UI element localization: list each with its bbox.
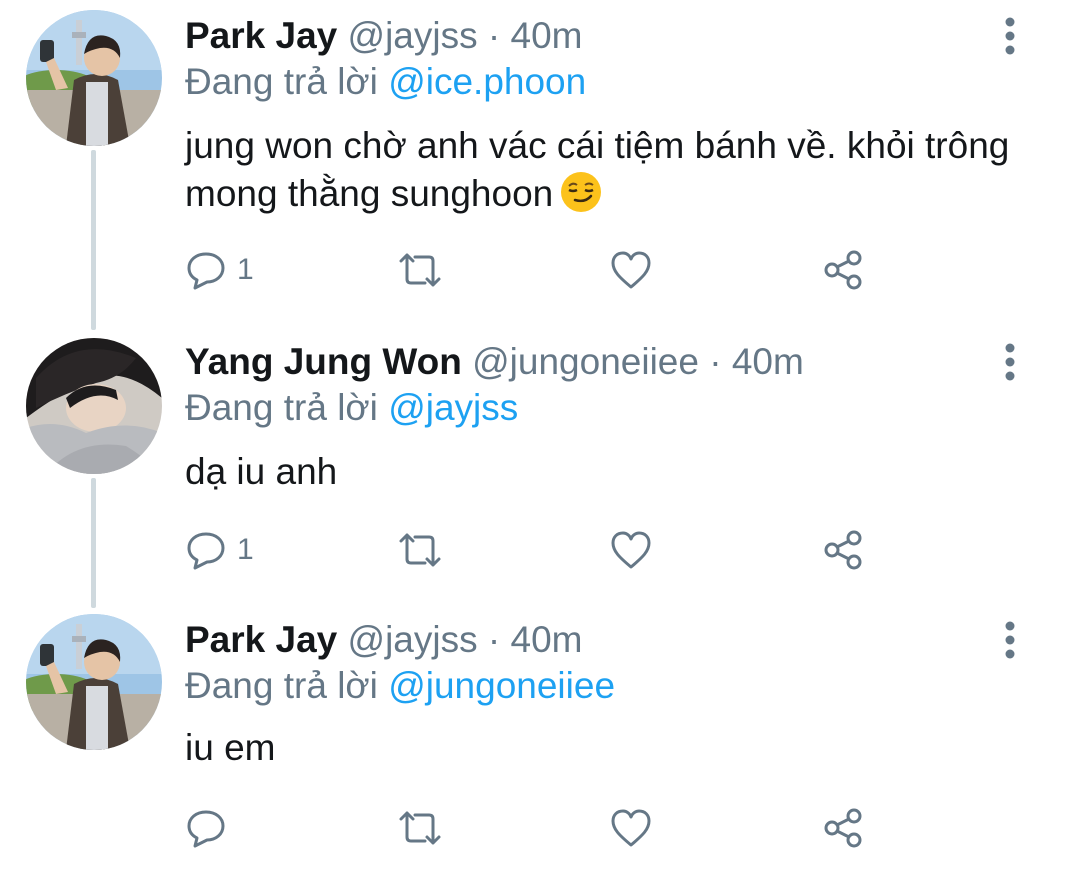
share-icon xyxy=(821,806,865,850)
reply-button[interactable]: 1 xyxy=(185,245,254,295)
share-icon xyxy=(821,528,865,572)
avatar[interactable] xyxy=(26,338,162,474)
retweet-icon xyxy=(395,807,445,849)
avatar[interactable] xyxy=(26,614,162,750)
tweet-text: iu em xyxy=(185,724,1015,772)
reply-count: 1 xyxy=(237,533,254,566)
reply-icon xyxy=(185,529,227,571)
smirking-face-emoji xyxy=(559,170,603,214)
tweet-text: dạ iu anh xyxy=(185,448,1015,496)
tweet[interactable]: Park Jay @jayjss · 40m Đang trả lời @ice… xyxy=(0,0,1080,330)
like-button[interactable] xyxy=(609,525,653,575)
timestamp[interactable]: 40m xyxy=(511,15,583,56)
reply-icon xyxy=(185,807,227,849)
tweet-body: dạ iu anh xyxy=(185,451,338,492)
tweet-body: iu em xyxy=(185,727,276,768)
reply-button[interactable] xyxy=(185,803,237,853)
reply-count: 1 xyxy=(237,253,254,286)
author-name[interactable]: Yang Jung Won xyxy=(185,341,462,382)
share-button[interactable] xyxy=(821,245,865,295)
retweet-button[interactable] xyxy=(395,525,445,575)
tweet-actions xyxy=(185,803,885,853)
tweet-text: jung won chờ anh vác cái tiệm bánh về. k… xyxy=(185,122,1015,218)
tweet[interactable]: Yang Jung Won @jungoneiiee · 40m Đang tr… xyxy=(0,330,1080,610)
separator-dot: · xyxy=(709,341,722,382)
tweet-header: Park Jay @jayjss · 40m xyxy=(185,14,582,58)
separator-dot: · xyxy=(487,15,501,56)
reply-mention-link[interactable]: @jungoneiiee xyxy=(388,665,615,706)
retweet-button[interactable] xyxy=(395,803,445,853)
reply-mention-link[interactable]: @jayjss xyxy=(388,387,518,428)
avatar[interactable] xyxy=(26,10,162,146)
like-icon xyxy=(609,529,653,571)
replying-label: Đang trả lời xyxy=(185,387,378,428)
author-handle[interactable]: @jayjss xyxy=(348,619,478,660)
like-icon xyxy=(609,249,653,291)
tweet-actions: 1 xyxy=(185,245,885,295)
tweet-header: Park Jay @jayjss · 40m xyxy=(185,618,582,662)
retweet-icon xyxy=(395,529,445,571)
like-button[interactable] xyxy=(609,803,653,853)
share-icon xyxy=(821,248,865,292)
author-name[interactable]: Park Jay xyxy=(185,15,337,56)
author-handle[interactable]: @jungoneiiee xyxy=(472,341,699,382)
replying-to: Đang trả lời @jayjss xyxy=(185,386,518,430)
like-button[interactable] xyxy=(609,245,653,295)
author-handle[interactable]: @jayjss xyxy=(348,15,478,56)
more-options-icon[interactable] xyxy=(990,620,1030,660)
separator-dot: · xyxy=(487,619,501,660)
timestamp[interactable]: 40m xyxy=(511,619,583,660)
author-name[interactable]: Park Jay xyxy=(185,619,337,660)
like-icon xyxy=(609,807,653,849)
reply-mention-link[interactable]: @ice.phoon xyxy=(388,61,586,102)
share-button[interactable] xyxy=(821,803,865,853)
tweet[interactable]: Park Jay @jayjss · 40m Đang trả lời @jun… xyxy=(0,610,1080,870)
tweet-header: Yang Jung Won @jungoneiiee · 40m xyxy=(185,340,804,384)
replying-to: Đang trả lời @jungoneiiee xyxy=(185,664,615,708)
more-options-icon[interactable] xyxy=(990,16,1030,56)
timestamp[interactable]: 40m xyxy=(732,341,804,382)
replying-to: Đang trả lời @ice.phoon xyxy=(185,60,586,104)
retweet-button[interactable] xyxy=(395,245,445,295)
reply-icon xyxy=(185,249,227,291)
more-options-icon[interactable] xyxy=(990,342,1030,382)
replying-label: Đang trả lời xyxy=(185,61,378,102)
retweet-icon xyxy=(395,249,445,291)
tweet-actions: 1 xyxy=(185,525,885,575)
replying-label: Đang trả lời xyxy=(185,665,378,706)
share-button[interactable] xyxy=(821,525,865,575)
reply-button[interactable]: 1 xyxy=(185,525,254,575)
